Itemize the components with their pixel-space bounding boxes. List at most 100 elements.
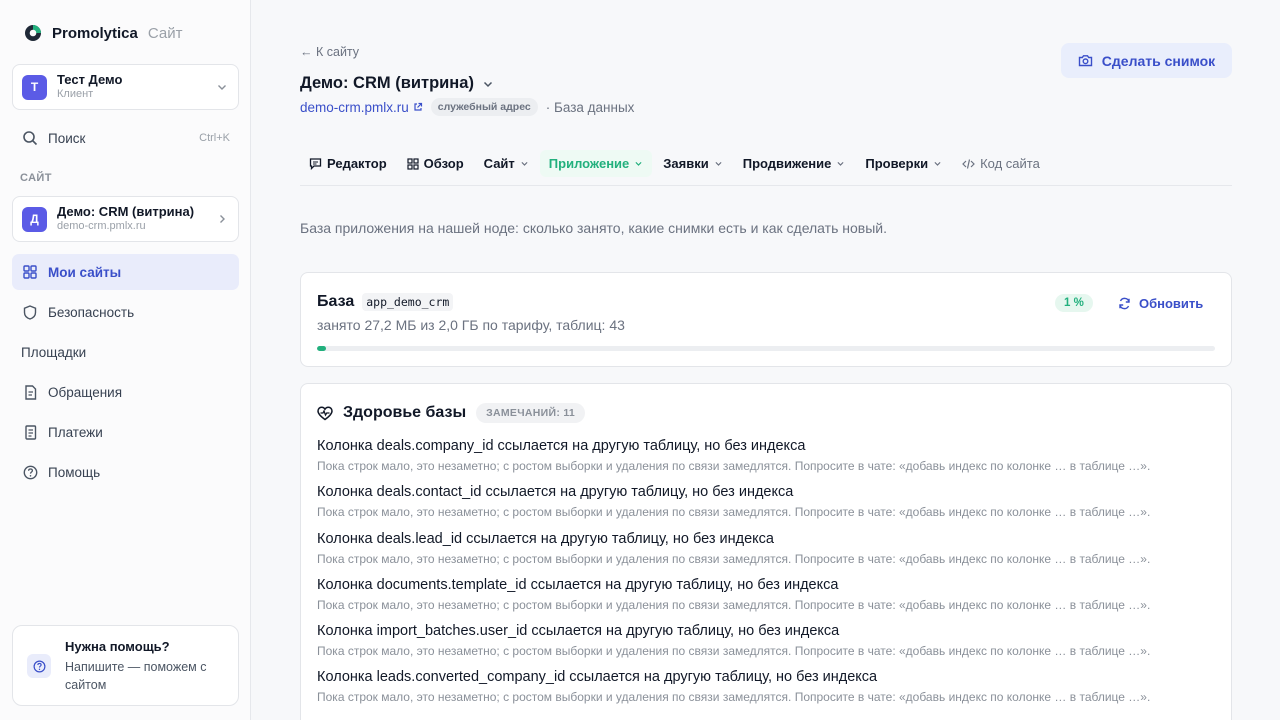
sidebar-item-help[interactable]: Помощь [12, 454, 239, 490]
issue-hint: Пока строк мало, это незаметно; с ростом… [317, 644, 1151, 658]
section-label: САЙТ [20, 172, 52, 184]
refresh-icon [1119, 297, 1130, 310]
issue-title: Колонка deals.lead_id ссылается на другу… [317, 531, 774, 547]
list-item: Колонка deals.company_id ссылается на др… [317, 438, 1217, 473]
tab-label: Редактор [327, 156, 387, 171]
current-site-card[interactable]: Д Демо: CRM (витрина) demo-crm.pmlx.ru [12, 196, 239, 242]
sidebar-item-label: Обращения [48, 384, 123, 400]
camera-icon [1078, 55, 1092, 67]
refresh-label: Обновить [1139, 296, 1204, 311]
site-url-link[interactable]: demo-crm.pmlx.ru [300, 100, 409, 115]
grid-icon [22, 264, 38, 280]
issue-title: Колонка deals.contact_id ссылается на др… [317, 484, 794, 500]
tab-label: Приложение [548, 156, 630, 171]
chevron-down-icon [837, 161, 844, 166]
site-avatar: Д [22, 206, 47, 232]
back-link[interactable]: ← К сайту [300, 45, 359, 59]
database-card: База app_demo_crm занято 27,2 МБ из 2,0 … [300, 272, 1232, 367]
issue-title: Колонка leads.converted_company_id ссыла… [317, 669, 878, 685]
db-health-card: Здоровье базы ЗАМЕЧАНИЙ: 11 Колонка deal… [300, 383, 1232, 720]
editor-icon [309, 158, 322, 170]
service-address-tag: служебный адрес [430, 98, 538, 116]
issue-hint: Пока строк мало, это незаметно; с ростом… [317, 690, 1151, 704]
back-label: К сайту [315, 45, 360, 59]
sidebar-item-label: Площадки [21, 344, 87, 360]
sidebar-item-security[interactable]: Безопасность [12, 294, 239, 330]
tab-requests[interactable]: Заявки [654, 150, 731, 177]
tab-label: Заявки [663, 156, 709, 171]
tab-checks[interactable]: Проверки [856, 150, 951, 177]
tab-bar: Редактор Обзор Сайт Приложение Заявки Пр… [300, 150, 1232, 186]
brand-name: Promolytica [52, 24, 138, 42]
issues-count-badge: ЗАМЕЧАНИЙ: 11 [476, 403, 586, 423]
database-name: app_demo_crm [362, 293, 454, 311]
sidebar-item-requests[interactable]: Обращения [12, 374, 239, 410]
heart-pulse-icon [317, 406, 333, 420]
sidebar-item-my-sites[interactable]: Мои сайты [12, 254, 239, 290]
external-link-icon[interactable] [413, 102, 423, 112]
tab-site-code[interactable]: Код сайта [953, 150, 1049, 177]
chevron-down-icon [635, 161, 642, 166]
refresh-button[interactable]: Обновить [1118, 296, 1203, 311]
database-usage: занято 27,2 МБ из 2,0 ГБ по тарифу, табл… [317, 317, 625, 333]
take-snapshot-button[interactable]: Сделать снимок [1061, 43, 1232, 78]
tab-promotion[interactable]: Продвижение [734, 150, 855, 177]
doc-icon [22, 384, 38, 400]
help-icon [22, 464, 38, 480]
site-meta: demo-crm.pmlx.ru служебный адрес · База … [300, 98, 634, 116]
list-item: Колонка import_batches.user_id ссылается… [317, 623, 1217, 658]
tab-application[interactable]: Приложение [539, 150, 653, 177]
brand[interactable]: Promolytica Сайт [24, 24, 182, 42]
tab-label: Код сайта [980, 156, 1040, 171]
page-title[interactable]: Демо: CRM (витрина) [300, 74, 494, 93]
grid-icon [407, 157, 419, 170]
page-description: База приложения на нашей ноде: сколько з… [300, 220, 887, 236]
help-circle-icon [27, 654, 51, 678]
search-icon [22, 130, 38, 146]
tab-site[interactable]: Сайт [475, 150, 538, 177]
avatar: Т [22, 74, 47, 100]
account-name: Тест Демо [57, 72, 123, 87]
site-domain: demo-crm.pmlx.ru [57, 220, 146, 232]
sidebar-item-payments[interactable]: Платежи [12, 414, 239, 450]
chevron-down-icon [483, 81, 492, 87]
health-title: Здоровье базы [343, 404, 467, 421]
sidebar-item-label: Помощь [48, 464, 101, 480]
help-title: Нужна помощь? [65, 639, 170, 654]
issue-hint: Пока строк мало, это незаметно; с ростом… [317, 598, 1151, 612]
tab-editor[interactable]: Редактор [300, 150, 396, 177]
list-item: Колонка leads.converted_company_id ссыла… [317, 669, 1217, 704]
receipt-icon [22, 424, 38, 440]
code-icon [962, 158, 975, 169]
issue-hint: Пока строк мало, это незаметно; с ростом… [317, 552, 1151, 566]
account-role: Клиент [57, 88, 94, 100]
chevron-down-icon [521, 161, 528, 166]
search-label: Поиск [48, 130, 86, 146]
tab-label: Обзор [423, 156, 464, 171]
brand-suffix: Сайт [147, 24, 183, 42]
breadcrumb-db: · База данных [545, 99, 635, 115]
account-switcher[interactable]: Т Тест Демо Клиент [12, 64, 239, 110]
search-shortcut: Ctrl+K [199, 132, 230, 144]
issue-hint: Пока строк мало, это незаметно; с ростом… [317, 459, 1151, 473]
list-item: Колонка deals.contact_id ссылается на др… [317, 484, 1217, 519]
usage-progress-bar [317, 346, 1215, 351]
help-card[interactable]: Нужна помощь? Напишите — поможем с сайто… [12, 625, 239, 706]
arrow-left-icon: ← [300, 45, 313, 59]
site-name: Демо: CRM (витрина) [57, 204, 195, 219]
list-item: Колонка documents.template_id ссылается … [317, 577, 1217, 612]
list-item: Колонка deals.lead_id ссылается на другу… [317, 531, 1217, 566]
chevron-right-icon [220, 215, 225, 223]
sidebar-item-label: Платежи [48, 424, 103, 440]
tab-overview[interactable]: Обзор [398, 150, 473, 177]
issue-hint: Пока строк мало, это незаметно; с ростом… [317, 505, 1151, 519]
sidebar-item-platforms[interactable]: Площадки [12, 334, 239, 370]
sidebar-item-label: Безопасность [48, 304, 135, 320]
sidebar-item-label: Мои сайты [48, 264, 122, 280]
tab-label: Проверки [865, 156, 929, 171]
issue-title: Колонка deals.company_id ссылается на др… [317, 438, 806, 454]
promolytica-logo-icon [25, 25, 41, 41]
tab-label: Сайт [483, 156, 515, 171]
snapshot-label: Сделать снимок [1101, 52, 1216, 69]
search-button[interactable]: Поиск Ctrl+K [12, 120, 239, 156]
